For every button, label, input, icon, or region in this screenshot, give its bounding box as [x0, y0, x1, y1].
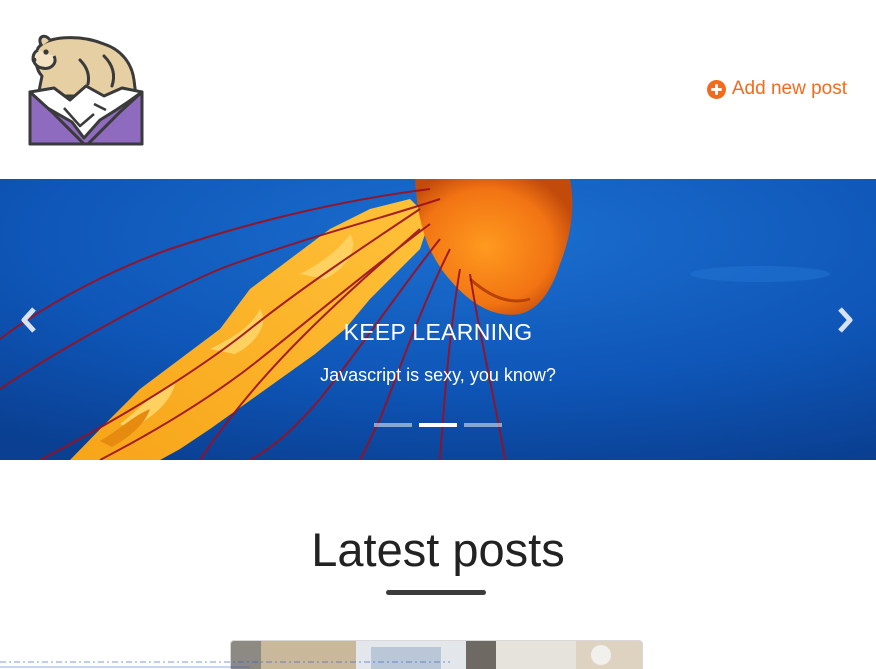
page: Add new post KEEP LEARNING Javascript is… — [0, 0, 876, 669]
carousel-next-control[interactable] — [832, 305, 858, 335]
carousel-indicator-1[interactable] — [374, 423, 412, 427]
add-new-post-link[interactable]: Add new post — [706, 78, 847, 100]
site-header: Add new post — [0, 0, 876, 179]
carousel-caption-title: KEEP LEARNING — [343, 319, 533, 345]
add-new-post-label: Add new post — [731, 78, 847, 99]
overflow-text-fragment — [0, 656, 450, 669]
carousel-caption-text: Javascript is sexy, you know? — [320, 365, 556, 385]
heading-underline — [386, 590, 486, 595]
plus-circle-icon — [706, 79, 726, 99]
hero-carousel: KEEP LEARNING Javascript is sexy, you kn… — [0, 179, 876, 460]
latest-posts-heading: Latest posts — [311, 523, 565, 576]
carousel-indicator-3[interactable] — [464, 423, 502, 427]
carousel-indicator-2[interactable] — [419, 423, 457, 427]
polar-bear-logo-icon[interactable] — [24, 30, 148, 150]
carousel-indicators — [0, 423, 876, 427]
chevron-right-icon — [838, 307, 853, 333]
